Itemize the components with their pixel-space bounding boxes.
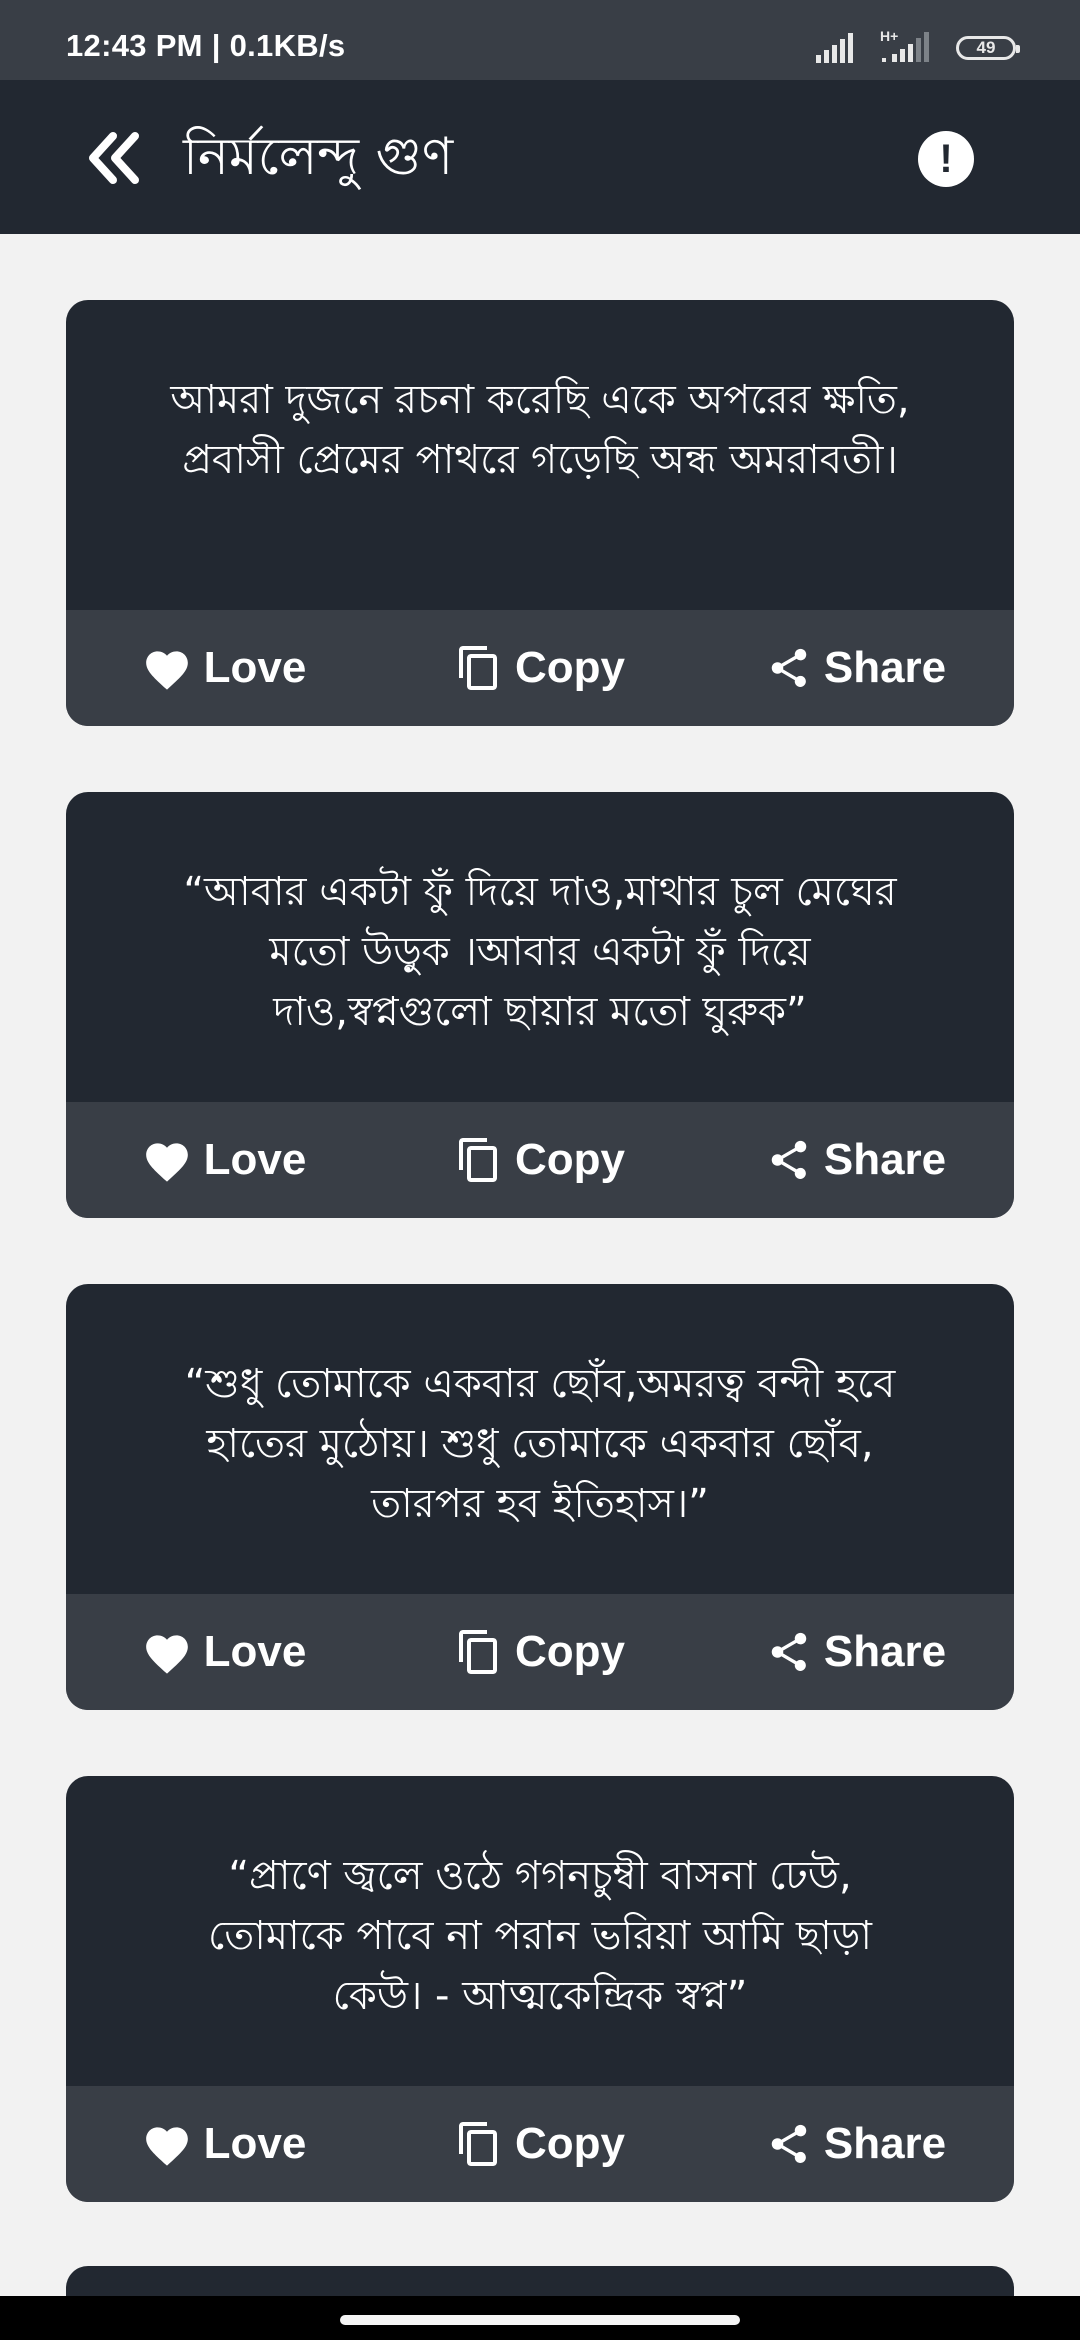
double-chevron-left-icon — [89, 132, 139, 184]
quote-text: “প্রাণে জ্বলে ওঠে গগনচুম্বী বাসনা ঢেউ, ত… — [208, 1853, 872, 2019]
love-label: Love — [203, 2119, 307, 2168]
app-bar: নির্মলেন্দু গুণ ! — [0, 80, 1080, 234]
status-icons: H+ 49 — [816, 28, 1020, 66]
copy-button[interactable]: Copy — [382, 643, 698, 693]
copy-label: Copy — [515, 643, 625, 692]
battery-icon: 49 — [956, 36, 1020, 60]
copy-button[interactable]: Copy — [382, 1627, 698, 1677]
home-indicator[interactable] — [340, 2315, 740, 2325]
status-bar: 12:43 PM | 0.1KB/s H+ 49 — [0, 0, 1080, 80]
quote-card-partial — [66, 2266, 1014, 2296]
share-icon — [766, 1137, 812, 1183]
copy-icon — [455, 644, 503, 692]
share-label: Share — [823, 643, 947, 692]
copy-icon — [455, 1628, 503, 1676]
copy-icon — [455, 2120, 503, 2168]
status-time-speed: 12:43 PM | 0.1KB/s — [66, 28, 346, 63]
copy-label: Copy — [515, 2119, 625, 2168]
quote-text: আমরা দুজনে রচনা করেছি একে অপরের ক্ষতি, প… — [170, 377, 910, 483]
quote-actions: Love Copy Share — [66, 1102, 1014, 1218]
system-nav-bar — [0, 2296, 1080, 2340]
share-icon — [766, 1629, 812, 1675]
love-button[interactable]: Love — [66, 2119, 382, 2169]
love-button[interactable]: Love — [66, 643, 382, 693]
heart-icon — [142, 1629, 192, 1675]
share-icon — [766, 2121, 812, 2167]
info-button[interactable]: ! — [918, 131, 974, 187]
love-label: Love — [203, 1135, 307, 1184]
share-label: Share — [823, 1135, 947, 1184]
quote-text: “শুধু তোমাকে একবার ছোঁব,অমরত্ব বন্দী হবে… — [184, 1361, 896, 1527]
quote-list: আমরা দুজনে রচনা করেছি একে অপরের ক্ষতি, প… — [66, 300, 1014, 2268]
signal-icon — [816, 33, 853, 63]
copy-button[interactable]: Copy — [382, 2119, 698, 2169]
hplus-signal-icon: H+ — [880, 28, 934, 64]
heart-icon — [142, 2121, 192, 2167]
quote-card: “শুধু তোমাকে একবার ছোঁব,অমরত্ব বন্দী হবে… — [66, 1284, 1014, 1710]
share-button[interactable]: Share — [698, 643, 1014, 693]
quote-actions: Love Copy Share — [66, 2086, 1014, 2202]
battery-level: 49 — [976, 38, 996, 57]
share-label: Share — [823, 1627, 947, 1676]
alert-icon: ! — [939, 137, 953, 181]
share-button[interactable]: Share — [698, 1135, 1014, 1185]
copy-label: Copy — [515, 1135, 625, 1184]
page-title: নির্মলেন্দু গুণ — [183, 127, 454, 187]
copy-button[interactable]: Copy — [382, 1135, 698, 1185]
copy-icon — [455, 1136, 503, 1184]
love-label: Love — [203, 643, 307, 692]
quote-card: “প্রাণে জ্বলে ওঠে গগনচুম্বী বাসনা ঢেউ, ত… — [66, 1776, 1014, 2202]
love-button[interactable]: Love — [66, 1135, 382, 1185]
quote-card: “আবার একটা ফুঁ দিয়ে দাও,মাথার চুল মেঘের… — [66, 792, 1014, 1218]
quote-actions: Love Copy Share — [66, 610, 1014, 726]
quote-card: আমরা দুজনে রচনা করেছি একে অপরের ক্ষতি, প… — [66, 300, 1014, 726]
share-button[interactable]: Share — [698, 2119, 1014, 2169]
love-label: Love — [203, 1627, 307, 1676]
share-icon — [766, 645, 812, 691]
heart-icon — [142, 645, 192, 691]
back-button[interactable] — [78, 123, 148, 193]
share-button[interactable]: Share — [698, 1627, 1014, 1677]
heart-icon — [142, 1137, 192, 1183]
share-label: Share — [823, 2119, 947, 2168]
quote-text: “আবার একটা ফুঁ দিয়ে দাও,মাথার চুল মেঘের… — [183, 869, 897, 1035]
love-button[interactable]: Love — [66, 1627, 382, 1677]
copy-label: Copy — [515, 1627, 625, 1676]
quote-actions: Love Copy Share — [66, 1594, 1014, 1710]
